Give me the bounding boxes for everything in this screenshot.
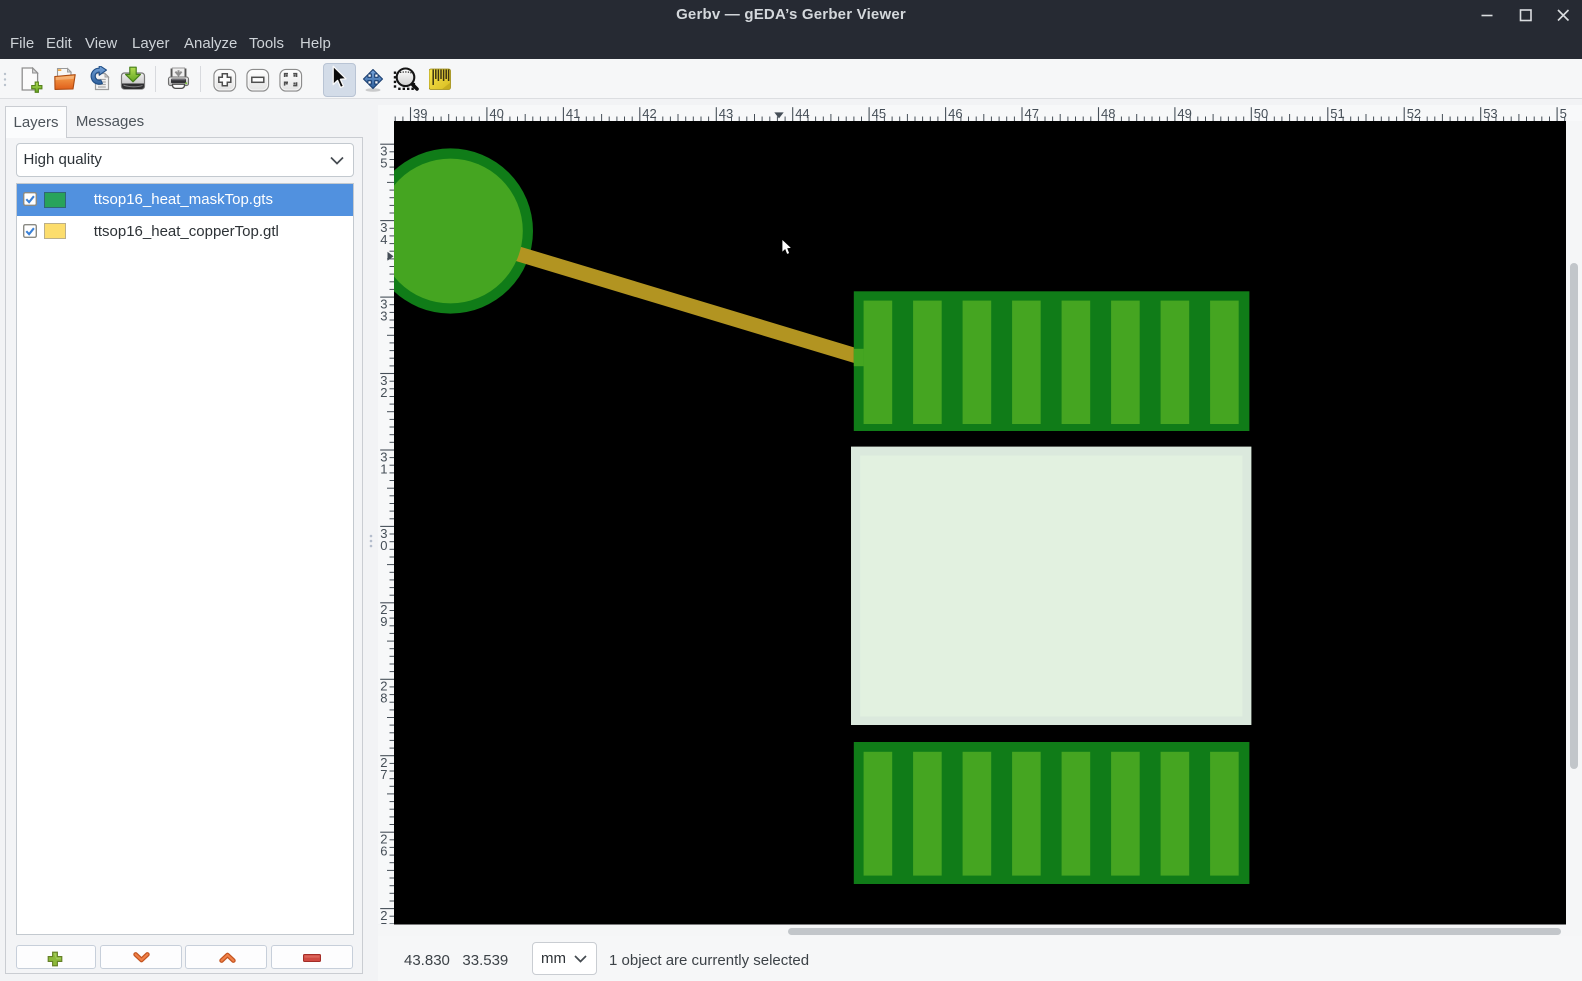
- svg-text:51: 51: [1330, 106, 1344, 121]
- svg-text:5: 5: [380, 920, 387, 924]
- svg-text:40: 40: [489, 106, 503, 121]
- svg-text:9: 9: [380, 614, 387, 629]
- svg-text:39: 39: [413, 106, 427, 121]
- svg-text:7: 7: [380, 767, 387, 782]
- svg-text:41: 41: [566, 106, 580, 121]
- svg-text:6: 6: [380, 844, 387, 859]
- svg-text:54: 54: [1560, 106, 1567, 121]
- svg-text:8: 8: [380, 691, 387, 706]
- svg-text:0: 0: [380, 538, 387, 553]
- svg-text:45: 45: [872, 106, 886, 121]
- svg-text:5: 5: [380, 156, 387, 171]
- svg-text:49: 49: [1177, 106, 1191, 121]
- svg-text:42: 42: [642, 106, 656, 121]
- svg-text:50: 50: [1254, 106, 1268, 121]
- svg-text:1: 1: [380, 461, 387, 476]
- svg-text:3: 3: [380, 309, 387, 324]
- svg-text:46: 46: [948, 106, 962, 121]
- svg-text:47: 47: [1025, 106, 1039, 121]
- svg-text:52: 52: [1407, 106, 1421, 121]
- svg-text:2: 2: [380, 385, 387, 400]
- svg-text:4: 4: [380, 232, 387, 247]
- svg-text:44: 44: [795, 106, 809, 121]
